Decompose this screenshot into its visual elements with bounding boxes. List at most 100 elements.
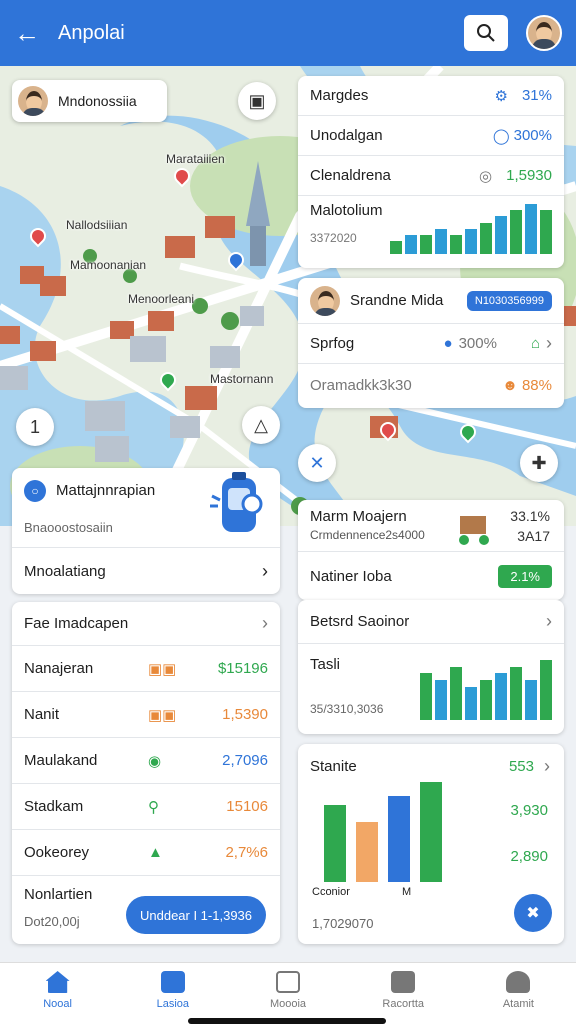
location-name: Mndonossiia [58,93,137,109]
chart-bar [420,782,442,882]
list-item[interactable]: Nanajeran ▣▣ $15196 [12,646,280,692]
map-count-badge[interactable]: 1 [16,408,54,446]
search-button[interactable] [464,15,508,51]
profile-pill[interactable]: N1030356999 [466,290,552,311]
chart-bar [495,216,507,254]
globe-icon: ◎ [479,167,493,185]
primary-action-button[interactable]: Unddear I 1-1,3936 [126,896,266,934]
list-header[interactable]: Fae Imadcapen › [12,602,280,646]
stats-row[interactable]: Clenaldrena ◎ 1,5930 [298,156,564,196]
statistics-footer: 1,7029070 [312,916,374,931]
summary-sub: Crmdennence2s4000 [310,528,425,542]
list-item-label: Nanit [24,706,60,723]
list-item-label: Ookeorey [24,844,90,861]
map-place-label: Menoorleani [128,292,195,306]
tools-icon: ✕ [309,452,325,473]
scan-fab-button[interactable]: ✖ [514,894,552,932]
list-card: Fae Imadcapen › Nanajeran ▣▣ $15196 Nani… [12,602,280,944]
location-avatar [18,86,48,116]
profile-row-label: Sprfog [310,335,355,352]
nav-item-reports[interactable]: Racortta [346,963,461,1024]
list-item[interactable]: Maulakand ◉ 2,7096 [12,738,280,784]
list-item-value: $15196 [217,660,268,677]
summary-value-1: 33.1% [510,508,550,524]
map-place-label: Mastornann [210,372,274,386]
list-item-value: 2,7%6 [225,844,268,861]
compass-button[interactable]: △ [242,406,280,444]
nav-item-home[interactable]: Nooal [0,963,115,1024]
stats-row[interactable]: Margdes ⚙ 31% [298,76,564,116]
profile-row[interactable]: Sprfog ● 300% ⌂ › [298,324,564,364]
nav-item-media[interactable]: Moooia [230,963,345,1024]
page-title: Anpolai [58,21,125,44]
list-item[interactable]: Ookeorey ▲ 2,7%6 [12,830,280,876]
sector-card: Betsrd Saoinor › Tasli 35/3310,3036 [298,600,564,734]
nav-item-list[interactable]: Lasioa [115,963,230,1024]
chart-bar [388,796,410,882]
chart-bar [420,673,432,720]
list-item-value: 2,7096 [222,752,268,769]
list-item-label: Maulakand [24,752,98,769]
stats-chart-row: Malotolium 3372020 [298,196,564,268]
chart-bar [465,687,477,720]
stats-row-label: Clenaldrena [310,167,391,184]
chart-bar [324,805,346,882]
plus-icon: ✚ [531,452,547,473]
tools-button[interactable]: ✕ [298,444,336,482]
search-icon [477,24,495,42]
chart-bar [540,660,552,720]
stats-row-label: Unodalgan [310,127,383,144]
profile-card: Srandne Mida N1030356999 Sprfog ● 300% ⌂… [298,278,564,408]
chevron-right-icon: › [262,560,268,581]
add-button[interactable]: ✚ [520,444,558,482]
chart-bar [480,680,492,720]
location-chip[interactable]: Mndonossiia [12,80,167,122]
profile-header[interactable]: Srandne Mida N1030356999 [298,278,564,324]
chart-bar [420,235,432,254]
sector-bar-chart [420,660,552,720]
profile-row[interactable]: Oramadkk3k30 ☻ 88% [298,364,564,406]
chevron-right-icon: › [546,333,552,353]
map-place-label: Nallodsiiian [66,218,128,232]
person-icon [506,971,531,993]
stats-row[interactable]: Unodalgan ◯ 300% [298,116,564,156]
chart-bar [390,241,402,254]
shop-icon: ▣▣ [148,660,177,678]
back-arrow-icon[interactable]: ← [14,20,46,46]
statistics-count: 553 [508,758,534,775]
chart-bar [480,223,492,254]
shop-icon: ▣▣ [148,706,177,724]
route-header[interactable]: ○ Mattajnnrapian Bnaooostosaiin [12,468,280,548]
list-item-label: Nanajeran [24,660,94,677]
sector-sub: 35/3310,3036 [310,702,384,716]
sector-header[interactable]: Betsrd Saoinor › [298,600,564,644]
people-icon: ☻ [502,376,518,394]
map-place-label: Marataiiien [166,152,225,166]
summary-header[interactable]: Marm Moajern Crmdennence2s4000 33.1% 3A1… [298,500,564,552]
route-marker-icon: ○ [24,480,46,502]
layers-button[interactable]: ▣ [238,82,276,120]
nav-label: Nooal [43,998,72,1010]
scan-icon: ✖ [526,905,540,922]
route-action-label: Mnoalatiang [24,562,106,580]
list-item-value: 1,5390 [222,706,268,723]
user-avatar[interactable] [526,15,562,51]
chart-bar [495,673,507,720]
route-action-row[interactable]: Mnoalatiang › [12,548,280,594]
chevron-right-icon: › [262,613,268,633]
nav-label: Moooia [269,998,307,1010]
statistics-value-1: 3,930 [510,802,548,819]
profile-name: Srandne Mida [350,292,444,309]
list-footer-label: Nonlartien [24,886,93,903]
chart-bar [435,680,447,720]
nav-item-account[interactable]: Atamit [461,963,576,1024]
robot-icon [210,472,263,532]
chart-bar [540,210,552,254]
shield-icon: ● [443,335,453,352]
summary-row[interactable]: Natiner Ioba 2.1% [298,552,564,600]
list-item[interactable]: Nanit ▣▣ 1,5390 [12,692,280,738]
gear-icon: ⚙ [494,87,508,105]
statistics-bar-chart [324,782,442,882]
list-item[interactable]: Stadkam ⚲ 15106 [12,784,280,830]
chart-bar [450,235,462,254]
